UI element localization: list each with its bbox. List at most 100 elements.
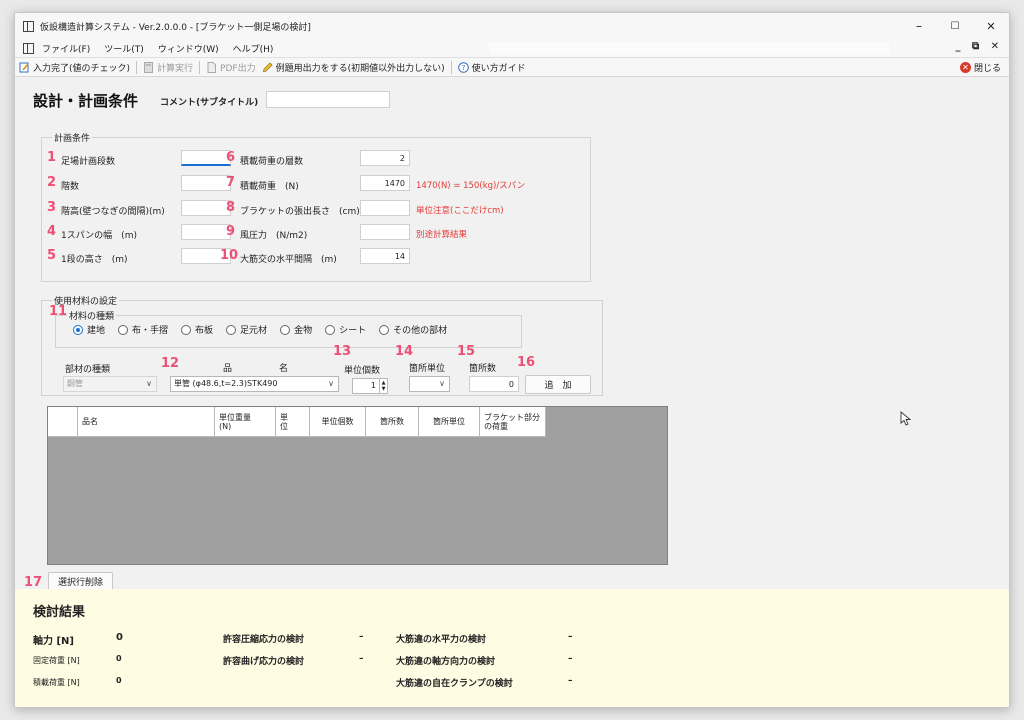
brace-clamp-check-value: – xyxy=(568,676,573,686)
radio-plank[interactable]: 布板 xyxy=(181,323,213,336)
window-title: 仮設構造計算システム - Ver.2.0.0.0 - [ブラケット一側足場の検討… xyxy=(40,22,311,33)
badge-13: 13 xyxy=(333,344,352,359)
floor-plan-stages-input[interactable] xyxy=(181,150,231,166)
radio-other[interactable]: その他の部材 xyxy=(379,323,447,336)
minimize-button[interactable]: – xyxy=(901,13,937,39)
pdf-icon xyxy=(206,61,217,73)
load-layers-input[interactable]: 2 xyxy=(360,150,410,166)
menu-bar: ファイル(F) ツール(T) ウィンドウ(W) ヘルプ(H) _ ⧉ ✕ xyxy=(15,39,1009,57)
live-load-result-value: 0 xyxy=(116,676,122,685)
name-label-2: 名 xyxy=(279,364,289,374)
compression-check-label: 許容圧縮応力の検討 xyxy=(223,635,305,645)
part-kind-label: 部材の種類 xyxy=(65,365,111,375)
mdi-controls[interactable]: _ ⧉ ✕ xyxy=(956,41,1003,52)
radio-unchecked-icon xyxy=(181,324,192,335)
unit-count-label: 単位個数 xyxy=(344,366,381,376)
brace-spacing-input[interactable]: 14 xyxy=(360,248,410,264)
floors-label: 階数 xyxy=(61,182,80,192)
radio-sheet-label: シート xyxy=(339,326,367,336)
close-form-button[interactable]: ✕ 閉じる xyxy=(959,61,1001,74)
radio-post[interactable]: 建地 xyxy=(73,323,105,336)
mdi-child-icon xyxy=(23,42,34,54)
place-count-input[interactable]: 0 xyxy=(469,376,519,392)
close-window-button[interactable]: ✕ xyxy=(973,13,1009,39)
example-output-button[interactable]: 例題用出力をする(初期値以外出力しない) xyxy=(262,61,445,74)
brace-clamp-check-label: 大筋違の自在クランプの検討 xyxy=(396,679,513,689)
spinner-arrows-icon[interactable]: ▲ ▼ xyxy=(379,379,387,393)
radio-hardware[interactable]: 金物 xyxy=(280,323,312,336)
radio-base[interactable]: 足元材 xyxy=(226,323,267,336)
comment-input[interactable] xyxy=(266,91,390,108)
part-kind-select[interactable]: 鋼管 ∨ xyxy=(63,376,157,392)
pencil-icon xyxy=(262,62,273,73)
menu-file[interactable]: ファイル(F) xyxy=(42,42,90,55)
unit-count-stepper[interactable]: 1 ▲ ▼ xyxy=(352,378,388,394)
floor-plan-stages-label: 足場計画段数 xyxy=(61,157,116,167)
maximize-button[interactable]: ☐ xyxy=(937,13,973,39)
part-name-select[interactable]: 単管 (φ48.6,t=2.3)STK490 ∨ xyxy=(170,376,339,392)
radio-unchecked-icon xyxy=(226,324,237,335)
calc-button[interactable]: 計算実行 xyxy=(143,61,193,74)
wind-pressure-input[interactable] xyxy=(360,224,410,240)
load-layers-label: 積載荷重の層数 xyxy=(240,157,304,167)
floors-input[interactable] xyxy=(181,175,231,191)
radio-unchecked-icon xyxy=(325,324,336,335)
example-output-label: 例題用出力をする(初期値以外出力しない) xyxy=(275,63,445,74)
comment-label: コメント(サブタイトル) xyxy=(160,98,259,108)
input-done-label: 入力完了(値のチェック) xyxy=(33,63,131,74)
radio-plank-label: 布板 xyxy=(195,326,214,336)
span-width-label: 1スパンの幅 (m) xyxy=(61,231,137,241)
axial-force-label: 軸力 [N] xyxy=(33,636,74,647)
floor-height-input[interactable] xyxy=(181,200,231,216)
bracket-length-input[interactable] xyxy=(360,200,410,216)
badge-12: 12 xyxy=(161,356,180,371)
toolbar: 入力完了(値のチェック) 計算実行 PDF出力 例題用出力をする(初期値以外出力… xyxy=(15,57,1009,77)
grid-header-unit-count[interactable]: 単位個数 xyxy=(310,407,366,437)
badge-10: 10 xyxy=(220,248,239,263)
grid-header-bracket-load[interactable]: ブラケット部分 の荷重 xyxy=(480,407,546,437)
radio-sheet[interactable]: シート xyxy=(325,323,366,336)
bending-check-label: 許容曲げ応力の検討 xyxy=(223,657,305,667)
radio-rail[interactable]: 布・手摺 xyxy=(118,323,168,336)
span-width-input[interactable] xyxy=(181,224,231,240)
radio-unchecked-icon xyxy=(379,324,390,335)
toolbar-separator xyxy=(450,60,452,74)
floor-height-label: 階高(壁つなぎの間隔)(m) xyxy=(61,207,165,217)
app-window: 仮設構造計算システム - Ver.2.0.0.0 - [ブラケット一側足場の検討… xyxy=(14,12,1010,708)
pdf-button[interactable]: PDF出力 xyxy=(206,61,256,74)
badge-5: 5 xyxy=(47,248,57,263)
form-area: 設計・計画条件 コメント(サブタイトル) 計画条件 1 足場計画段数 2 階数 … xyxy=(15,78,1009,591)
guide-button[interactable]: ? 使い方ガイド xyxy=(457,61,526,74)
live-load-input[interactable]: 1470 xyxy=(360,175,410,191)
grid-header-place-unit[interactable]: 箇所単位 xyxy=(419,407,480,437)
mouse-cursor-icon xyxy=(900,411,911,426)
chevron-down-icon: ∨ xyxy=(439,379,445,388)
menu-tools[interactable]: ツール(T) xyxy=(104,42,144,55)
close-circle-icon: ✕ xyxy=(959,62,971,73)
brace-horizontal-check-value: – xyxy=(568,632,573,642)
wind-pressure-label: 風圧力 (N/m2) xyxy=(240,231,308,241)
radio-checked-icon xyxy=(73,324,83,335)
place-unit-select[interactable]: ∨ xyxy=(409,376,450,392)
input-done-button[interactable]: 入力完了(値のチェック) xyxy=(19,61,130,74)
fixed-load-value: 0 xyxy=(116,654,122,663)
menu-window[interactable]: ウィンドウ(W) xyxy=(158,42,219,55)
axial-force-value: 0 xyxy=(116,632,123,643)
place-count-label: 箇所数 xyxy=(469,364,497,374)
badge-6: 6 xyxy=(226,150,236,165)
menu-help[interactable]: ヘルプ(H) xyxy=(233,42,274,55)
grid-header-name[interactable]: 品名 xyxy=(78,407,215,437)
grid-header-select xyxy=(48,407,78,437)
chevron-down-icon: ∨ xyxy=(146,379,152,388)
chevron-down-icon: ∨ xyxy=(328,379,334,388)
add-button[interactable]: 追 加 xyxy=(525,375,591,394)
material-kind-radios: 建地 布・手摺 布板 足元材 金物 シート その他の部材 xyxy=(73,323,460,336)
grid-header-unit-weight[interactable]: 単位重量 (N) xyxy=(215,407,276,437)
guide-label: 使い方ガイド xyxy=(471,63,526,74)
toolbar-separator xyxy=(199,60,201,74)
app-icon xyxy=(23,20,34,32)
live-load-note: 1470(N) = 150(kg)/スパン xyxy=(416,181,526,191)
materials-grid[interactable]: 品名 単位重量 (N) 単 位 単位個数 箇所数 箇所単位 ブラケット部分 の荷… xyxy=(47,406,668,565)
grid-header-unit[interactable]: 単 位 xyxy=(276,407,310,437)
grid-header-place-count[interactable]: 箇所数 xyxy=(366,407,419,437)
